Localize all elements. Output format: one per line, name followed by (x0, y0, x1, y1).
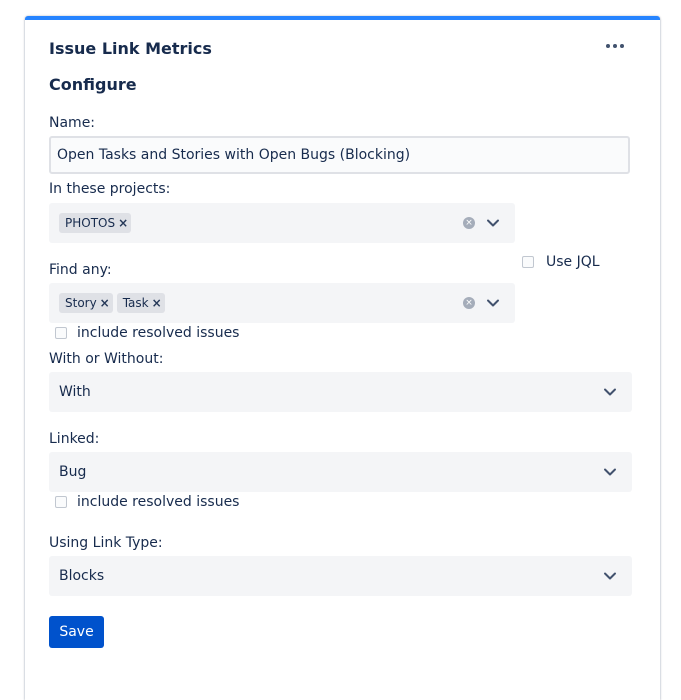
include-resolved-checkbox[interactable] (55, 496, 67, 508)
chevron-down-icon[interactable] (602, 568, 618, 584)
dot-icon (606, 44, 610, 48)
with-without-select[interactable]: With (49, 372, 632, 412)
more-actions-icon[interactable] (603, 36, 627, 56)
remove-tag-icon[interactable]: × (115, 213, 131, 233)
chevron-down-icon[interactable] (602, 464, 618, 480)
include-resolved-checkbox[interactable] (55, 327, 67, 339)
link-type-value: Blocks (59, 568, 105, 584)
clear-icon[interactable]: × (463, 297, 475, 309)
with-without-label: With or Without: (49, 351, 164, 367)
issue-type-tag: Story × (59, 293, 113, 313)
remove-tag-icon[interactable]: × (97, 293, 113, 313)
include-resolved-option-1: include resolved issues (55, 325, 239, 341)
find-any-tags: Story × Task × (49, 293, 463, 313)
find-any-label: Find any: (49, 262, 112, 278)
project-tag: PHOTOS × (59, 213, 132, 233)
use-jql-checkbox[interactable] (522, 256, 534, 268)
projects-select[interactable]: PHOTOS × × (49, 203, 515, 243)
linked-select[interactable]: Bug (49, 452, 632, 492)
link-type-label: Using Link Type: (49, 535, 163, 551)
widget-title: Issue Link Metrics (49, 39, 212, 58)
clear-icon[interactable]: × (463, 217, 475, 229)
issue-type-tag-label: Task (122, 296, 149, 310)
with-without-value: With (59, 384, 91, 400)
use-jql-option: Use JQL (522, 254, 600, 270)
use-jql-label: Use JQL (546, 254, 600, 270)
find-any-select[interactable]: Story × Task × × (49, 283, 515, 323)
linked-value: Bug (59, 464, 87, 480)
section-title: Configure (49, 75, 137, 94)
include-resolved-label: include resolved issues (77, 325, 240, 341)
name-label: Name: (49, 115, 96, 131)
projects-tags: PHOTOS × (49, 213, 463, 233)
issue-type-tag: Task × (116, 293, 165, 313)
issue-link-metrics-card: Issue Link Metrics Configure Name: In th… (25, 16, 660, 700)
project-tag-label: PHOTOS (65, 216, 116, 230)
include-resolved-option-2: include resolved issues (55, 494, 239, 510)
save-button[interactable]: Save (49, 616, 104, 648)
issue-type-tag-label: Story (65, 296, 97, 310)
dot-icon (620, 44, 624, 48)
include-resolved-label: include resolved issues (77, 494, 240, 510)
projects-label: In these projects: (49, 181, 171, 197)
chevron-down-icon[interactable] (485, 295, 501, 311)
linked-label: Linked: (49, 431, 100, 447)
chevron-down-icon[interactable] (485, 215, 501, 231)
chevron-down-icon[interactable] (602, 384, 618, 400)
dot-icon (613, 44, 617, 48)
name-input[interactable] (49, 136, 630, 174)
remove-tag-icon[interactable]: × (149, 293, 165, 313)
link-type-select[interactable]: Blocks (49, 556, 632, 596)
